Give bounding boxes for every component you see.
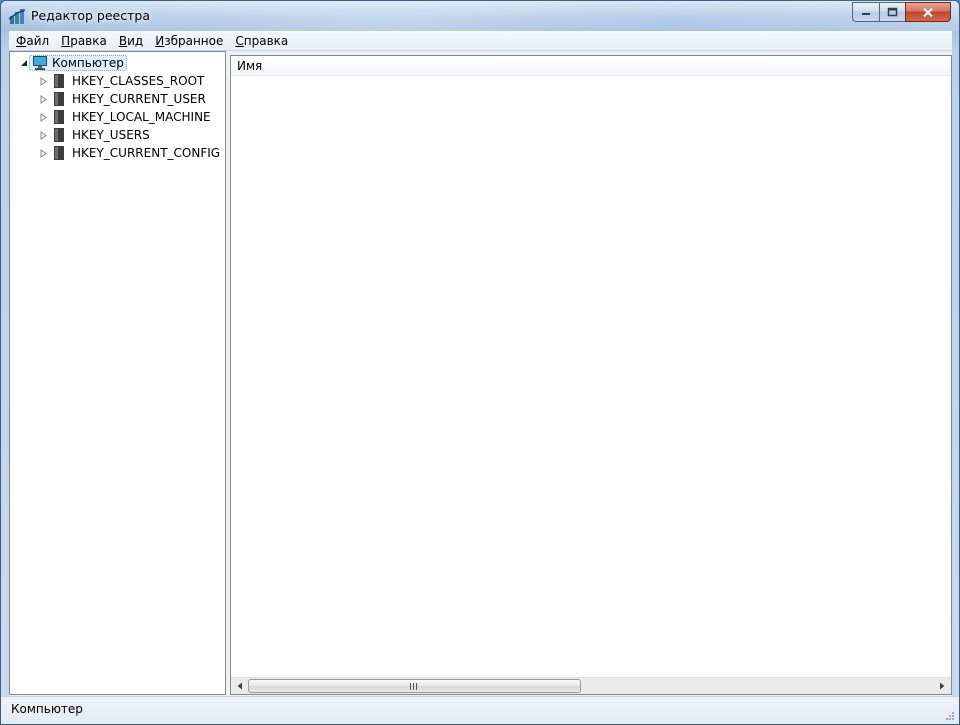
grip-icon xyxy=(410,683,418,690)
tree-node-hkey-local-machine[interactable]: HKEY_LOCAL_MACHINE xyxy=(38,108,211,126)
folder-icon xyxy=(48,73,70,89)
menu-favorites-label: збранное xyxy=(164,33,224,48)
column-header-name[interactable]: Имя xyxy=(237,59,262,73)
caption-buttons xyxy=(852,2,951,22)
scroll-left-icon[interactable] xyxy=(236,682,244,690)
menu-file[interactable]: Файл xyxy=(9,31,54,51)
expand-icon[interactable] xyxy=(38,72,48,90)
close-icon xyxy=(923,7,933,17)
menu-file-label: айл xyxy=(26,33,50,48)
menu-help-label: правка xyxy=(243,33,289,48)
tree-node-root-label: Компьютер xyxy=(52,56,124,70)
menu-help[interactable]: Справка xyxy=(228,31,293,51)
list-header: Имя xyxy=(231,56,951,76)
menu-edit[interactable]: Правка xyxy=(54,31,112,51)
minimize-icon xyxy=(862,13,870,15)
value-list-pane[interactable]: Имя xyxy=(230,55,952,695)
folder-icon xyxy=(48,109,70,125)
expand-icon[interactable] xyxy=(38,90,48,108)
menu-view-accel: В xyxy=(118,33,128,48)
folder-icon xyxy=(48,127,70,143)
close-button[interactable] xyxy=(905,2,951,22)
collapse-icon[interactable] xyxy=(19,54,29,72)
menu-file-accel: Ф xyxy=(16,33,27,48)
registry-editor-window: Редактор реестра Файл Правка Вид Избранн… xyxy=(0,0,960,725)
tree-node-label: HKEY_CURRENT_CONFIG xyxy=(72,146,221,160)
folder-icon xyxy=(48,145,70,161)
menu-favorites[interactable]: Избранное xyxy=(148,31,228,51)
horizontal-scrollbar[interactable] xyxy=(231,677,951,694)
expand-icon[interactable] xyxy=(38,108,48,126)
scrollbar-thumb[interactable] xyxy=(248,679,581,693)
folder-icon xyxy=(48,91,70,107)
expand-icon[interactable] xyxy=(38,126,48,144)
menu-help-accel: С xyxy=(235,33,244,48)
regedit-app-icon xyxy=(8,9,26,24)
expand-icon[interactable] xyxy=(38,144,48,162)
menu-favorites-accel: И xyxy=(155,33,165,48)
tree-node-hkey-current-user[interactable]: HKEY_CURRENT_USER xyxy=(38,90,206,108)
menu-edit-accel: П xyxy=(61,33,71,48)
key-tree-pane[interactable]: Компьютер HKEY_CLASSES_ROOT HKEY_CURRENT… xyxy=(9,51,226,695)
tree-node-label: HKEY_USERS xyxy=(72,128,150,142)
tree-node-hkey-users[interactable]: HKEY_USERS xyxy=(38,126,150,144)
status-bar: Компьютер xyxy=(1,696,959,724)
menu-bar: Файл Правка Вид Избранное Справка xyxy=(9,31,952,51)
maximize-button[interactable] xyxy=(879,2,905,22)
scroll-right-icon[interactable] xyxy=(938,682,946,690)
tree-node-root[interactable]: Компьютер xyxy=(19,54,127,72)
menu-view-label: ид xyxy=(127,33,144,48)
resize-grip-icon[interactable] xyxy=(943,709,955,721)
minimize-button[interactable] xyxy=(852,2,879,22)
menu-edit-label: равка xyxy=(70,33,107,48)
status-path: Компьютер xyxy=(11,702,83,716)
tree-node-label: HKEY_CURRENT_USER xyxy=(72,92,206,106)
tree-node-root-selection[interactable]: Компьютер xyxy=(29,55,127,71)
title-bar[interactable]: Редактор реестра xyxy=(1,1,959,31)
menu-view[interactable]: Вид xyxy=(112,31,148,51)
tree-node-label: HKEY_CLASSES_ROOT xyxy=(72,74,205,88)
tree-node-label: HKEY_LOCAL_MACHINE xyxy=(72,110,211,124)
window-title: Редактор реестра xyxy=(31,8,150,23)
restore-icon xyxy=(887,7,898,17)
tree-node-hkey-classes-root[interactable]: HKEY_CLASSES_ROOT xyxy=(38,72,204,90)
computer-icon xyxy=(33,56,47,70)
client-area: Компьютер HKEY_CLASSES_ROOT HKEY_CURRENT… xyxy=(9,51,952,696)
tree-node-hkey-current-config[interactable]: HKEY_CURRENT_CONFIG xyxy=(38,144,220,162)
